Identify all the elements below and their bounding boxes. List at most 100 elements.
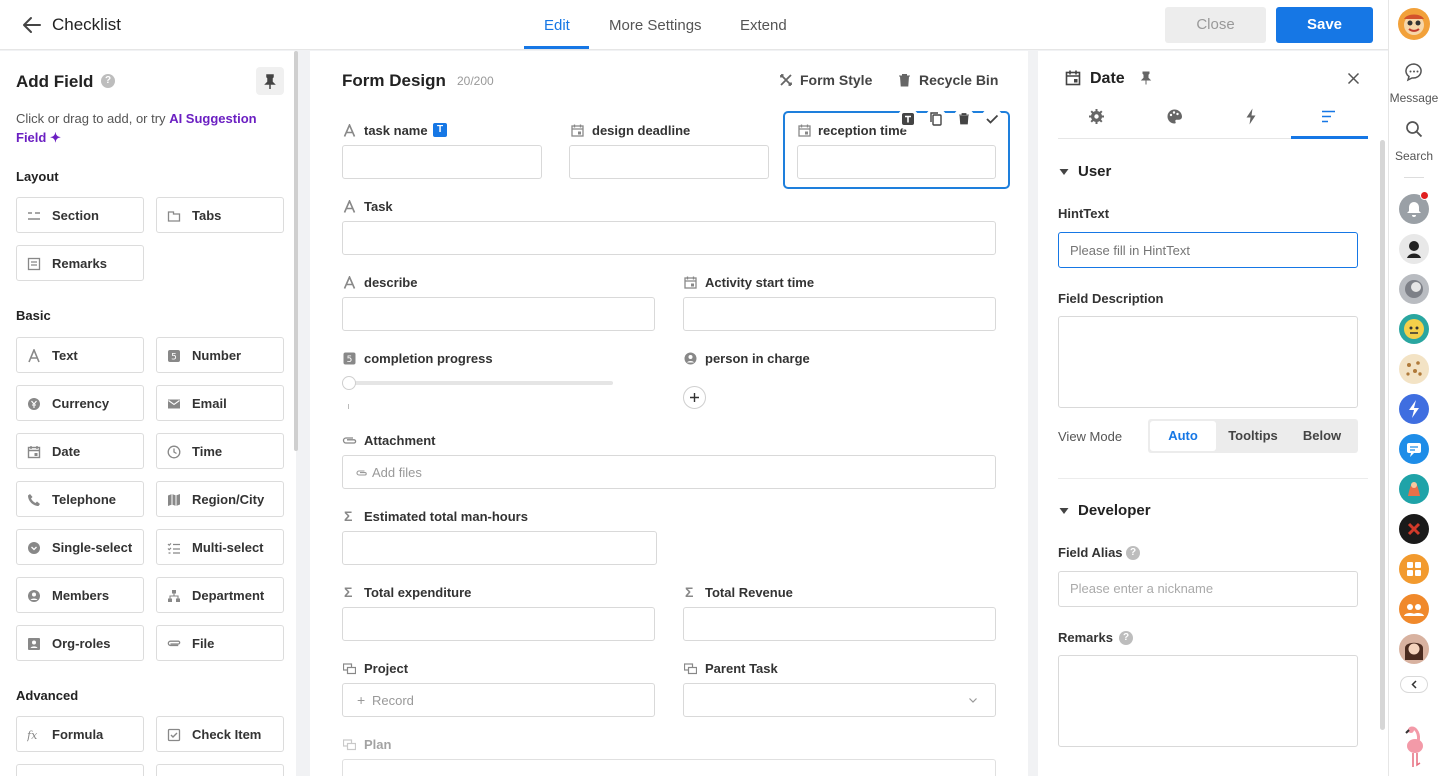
remarks-textarea[interactable] bbox=[1058, 655, 1358, 747]
field-item-number[interactable]: 5 Number bbox=[156, 337, 284, 373]
field-item-time[interactable]: Time bbox=[156, 433, 284, 469]
parent-task-select[interactable] bbox=[683, 683, 996, 717]
left-panel-scrollbar[interactable] bbox=[294, 51, 298, 451]
field-item-email[interactable]: Email bbox=[156, 385, 284, 421]
project-record-input[interactable]: + Record bbox=[342, 683, 655, 717]
attachment-dropzone[interactable]: Add files bbox=[342, 455, 996, 489]
app-icon-6[interactable] bbox=[1399, 434, 1429, 464]
app-icon-8[interactable] bbox=[1399, 514, 1429, 544]
field-alias-input[interactable]: Please enter a nickname bbox=[1058, 571, 1358, 607]
activity-start-time-input[interactable] bbox=[683, 297, 996, 331]
app-icon-7[interactable] bbox=[1399, 474, 1429, 504]
hint-text-input[interactable] bbox=[1058, 232, 1358, 268]
task-input[interactable] bbox=[342, 221, 996, 255]
field-item-date[interactable]: Date bbox=[16, 433, 144, 469]
total-expenditure-input[interactable] bbox=[342, 607, 655, 641]
field-description-textarea[interactable] bbox=[1058, 316, 1358, 408]
tab-extend[interactable]: Extend bbox=[740, 17, 787, 34]
field-label-man-hours: Estimated total man-hours bbox=[364, 509, 528, 524]
gear-icon[interactable] bbox=[1088, 108, 1105, 125]
avatar-face-icon bbox=[1404, 14, 1424, 35]
app-icon-4[interactable] bbox=[1399, 354, 1429, 384]
caret-down-icon[interactable] bbox=[1059, 507, 1069, 515]
user-section-header[interactable]: User bbox=[1078, 163, 1111, 180]
field-item-members[interactable]: Members bbox=[16, 577, 144, 613]
app-icon-10[interactable] bbox=[1399, 594, 1429, 624]
calendar-icon bbox=[27, 446, 41, 459]
palette-icon[interactable] bbox=[1166, 108, 1183, 125]
help-icon[interactable]: ? bbox=[1126, 546, 1140, 560]
app-icon-11[interactable] bbox=[1399, 634, 1429, 664]
properties-scrollbar[interactable] bbox=[1380, 140, 1385, 730]
recycle-bin-button[interactable]: Recycle Bin bbox=[919, 72, 998, 88]
app-icon-9[interactable] bbox=[1399, 554, 1429, 584]
field-item-currency[interactable]: Currency bbox=[16, 385, 144, 421]
plan-select[interactable] bbox=[342, 759, 996, 776]
back-arrow-icon[interactable] bbox=[22, 15, 42, 35]
message-icon[interactable] bbox=[1404, 62, 1424, 82]
field-item-region[interactable]: Region/City bbox=[156, 481, 284, 517]
search-icon[interactable] bbox=[1405, 120, 1423, 138]
chat-icon bbox=[1407, 443, 1421, 457]
trash-icon[interactable] bbox=[898, 73, 911, 87]
man-hours-input[interactable] bbox=[342, 531, 657, 565]
collapse-sidebar-button[interactable] bbox=[1400, 676, 1428, 693]
field-item-more[interactable] bbox=[16, 764, 144, 776]
help-icon[interactable]: ? bbox=[101, 74, 115, 88]
developer-section-header[interactable]: Developer bbox=[1078, 502, 1151, 519]
flamingo-icon[interactable] bbox=[1400, 720, 1430, 772]
field-item-telephone[interactable]: Telephone bbox=[16, 481, 144, 517]
close-icon[interactable] bbox=[1347, 72, 1360, 85]
add-person-button[interactable] bbox=[683, 386, 706, 409]
task-name-input[interactable] bbox=[342, 145, 542, 179]
progress-slider-handle[interactable] bbox=[342, 376, 356, 390]
pin-icon[interactable] bbox=[1140, 71, 1152, 85]
field-label-design-deadline: design deadline bbox=[592, 123, 691, 138]
user-avatar[interactable] bbox=[1398, 8, 1430, 40]
field-item-check-item[interactable]: Check Item bbox=[156, 716, 284, 752]
view-mode-tooltips[interactable]: Tooltips bbox=[1218, 419, 1288, 453]
tab-more-settings[interactable]: More Settings bbox=[609, 17, 702, 34]
form-style-button[interactable]: Form Style bbox=[800, 72, 872, 88]
field-item-org-roles[interactable]: Org-roles bbox=[16, 625, 144, 661]
delete-field-button[interactable] bbox=[953, 108, 975, 130]
tab-edit[interactable]: Edit bbox=[544, 17, 570, 34]
title-toggle-button[interactable] bbox=[897, 108, 919, 130]
list-icon[interactable] bbox=[1321, 110, 1336, 123]
view-mode-auto[interactable]: Auto bbox=[1150, 421, 1216, 451]
field-item-file[interactable]: File bbox=[156, 625, 284, 661]
save-button[interactable]: Save bbox=[1276, 7, 1373, 43]
field-item-text[interactable]: Text bbox=[16, 337, 144, 373]
field-item-label: Single-select bbox=[52, 540, 133, 555]
design-deadline-input[interactable] bbox=[569, 145, 769, 179]
copy-field-button[interactable] bbox=[925, 108, 947, 130]
progress-slider-track[interactable] bbox=[342, 381, 613, 385]
caret-down-icon[interactable] bbox=[1059, 168, 1069, 176]
help-icon[interactable]: ? bbox=[1119, 631, 1133, 645]
confirm-field-button[interactable] bbox=[981, 108, 1003, 130]
view-mode-below[interactable]: Below bbox=[1288, 419, 1356, 453]
lightning-icon[interactable] bbox=[1245, 108, 1257, 125]
field-item-multi-select[interactable]: Multi-select bbox=[156, 529, 284, 565]
field-item-single-select[interactable]: Single-select bbox=[16, 529, 144, 565]
total-revenue-input[interactable] bbox=[683, 607, 996, 641]
field-item-formula[interactable]: fx Formula bbox=[16, 716, 144, 752]
field-item-section[interactable]: Section bbox=[16, 197, 144, 233]
field-item-department[interactable]: Department bbox=[156, 577, 284, 613]
field-item-tabs[interactable]: Tabs bbox=[156, 197, 284, 233]
section-label-layout: Layout bbox=[16, 169, 59, 184]
wrench-icon[interactable] bbox=[779, 73, 793, 87]
reception-time-input[interactable] bbox=[797, 145, 996, 179]
describe-input[interactable] bbox=[342, 297, 655, 331]
grid-icon bbox=[1407, 562, 1421, 576]
app-icon-5[interactable] bbox=[1399, 394, 1429, 424]
field-item-more[interactable] bbox=[156, 764, 284, 776]
field-item-remarks[interactable]: Remarks bbox=[16, 245, 144, 281]
app-icon-2[interactable] bbox=[1399, 274, 1429, 304]
message-label[interactable]: Message bbox=[1389, 91, 1438, 105]
app-icon-1[interactable] bbox=[1399, 234, 1429, 264]
close-button[interactable]: Close bbox=[1165, 7, 1266, 43]
app-icon-3[interactable] bbox=[1399, 314, 1429, 344]
pin-panel-button[interactable] bbox=[256, 67, 284, 95]
search-label[interactable]: Search bbox=[1389, 149, 1438, 163]
